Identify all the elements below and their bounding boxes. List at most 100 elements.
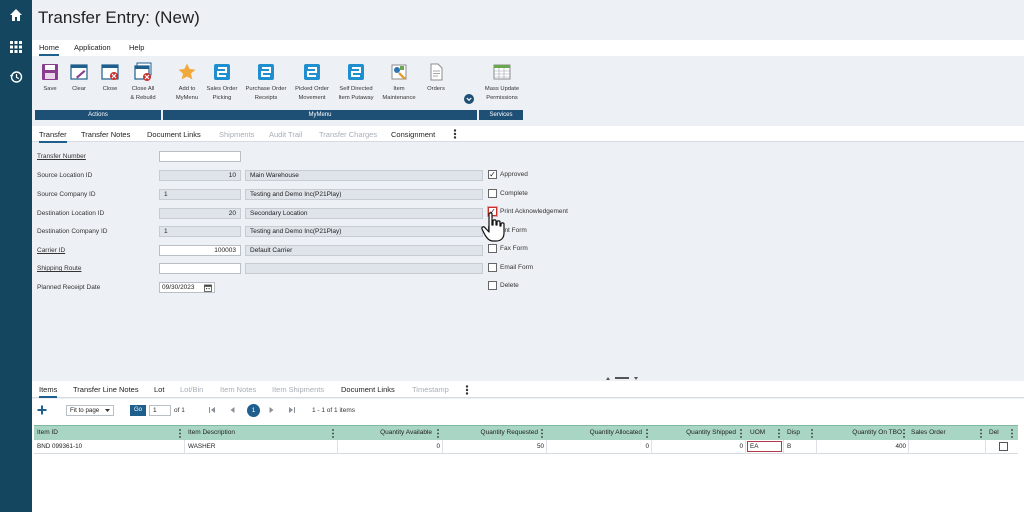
sales-order-picking-button[interactable]: Sales Order Picking (203, 62, 241, 103)
tab-lot-bin[interactable]: Lot/Bin (180, 385, 203, 394)
col-uom[interactable]: UOM (750, 429, 765, 436)
col-quantity-shipped[interactable]: Quantity Shipped (644, 429, 736, 436)
menu-help[interactable]: Help (129, 43, 144, 52)
menu-home[interactable]: Home (39, 43, 60, 56)
tab-transfer[interactable]: Transfer (39, 130, 67, 143)
column-menu-icon[interactable] (980, 429, 982, 438)
close-button[interactable]: Close (96, 62, 124, 94)
col-sales-order[interactable]: Sales Order (911, 429, 946, 436)
home-icon[interactable] (9, 8, 23, 22)
source-company-id-field[interactable]: 1 (159, 189, 241, 200)
col-disp[interactable]: Disp (787, 429, 800, 436)
column-menu-icon[interactable] (179, 429, 181, 438)
destination-location-id-field[interactable]: 20 (159, 208, 241, 219)
transfer-number-label[interactable]: Transfer Number (37, 153, 86, 160)
close-all-rebuild-button[interactable]: Close All & Rebuild (126, 62, 160, 103)
orders-button[interactable]: Orders (422, 62, 450, 94)
apps-grid-icon[interactable] (9, 40, 23, 54)
column-menu-icon[interactable] (646, 429, 648, 438)
prev-page-icon[interactable] (230, 407, 235, 413)
cell-quantity-shipped[interactable]: 0 (653, 443, 743, 450)
tab-document-links[interactable]: Document Links (147, 130, 201, 139)
purchase-order-receipts-button[interactable]: Purchase Order Receipts (242, 62, 290, 103)
table-row[interactable]: BND 099361-10 WASHER 0 50 0 0 EA B 400 (34, 440, 1018, 454)
tab-transfer-charges[interactable]: Transfer Charges (319, 130, 377, 139)
cell-item-description[interactable]: WASHER (188, 443, 215, 450)
fit-to-page-select[interactable]: Fit to page (66, 405, 114, 416)
shipping-route-label[interactable]: Shipping Route (37, 265, 81, 272)
fax-form-checkbox[interactable] (488, 244, 497, 253)
print-acknowledgement-label: Print Acknowledgement (500, 208, 568, 215)
item-maint-label-1: Item (393, 86, 405, 92)
cell-item-id[interactable]: BND 099361-10 (37, 443, 82, 450)
item-maintenance-button[interactable]: Item Maintenance (379, 62, 419, 103)
clear-button[interactable]: Clear (65, 62, 93, 94)
save-button[interactable]: Save (36, 62, 64, 94)
tab-item-notes[interactable]: Item Notes (220, 385, 256, 394)
menu-application[interactable]: Application (74, 43, 111, 52)
carrier-id-label[interactable]: Carrier ID (37, 247, 65, 254)
cell-quantity-allocated[interactable]: 0 (548, 443, 649, 450)
tab-transfer-line-notes[interactable]: Transfer Line Notes (73, 385, 139, 394)
source-location-id-label: Source Location ID (37, 172, 93, 179)
tab-document-links-detail[interactable]: Document Links (341, 385, 395, 394)
tab-shipments[interactable]: Shipments (219, 130, 254, 139)
shipping-route-input[interactable] (159, 263, 241, 274)
col-quantity-available[interactable]: Quantity Available (340, 429, 432, 436)
column-menu-icon[interactable] (778, 429, 780, 438)
uom-cell-editor[interactable]: EA (747, 441, 782, 452)
tab-consignment[interactable]: Consignment (391, 130, 435, 139)
complete-checkbox[interactable] (488, 189, 497, 198)
destination-company-id-field[interactable]: 1 (159, 226, 241, 237)
col-item-description[interactable]: Item Description (188, 429, 235, 436)
more-tabs-icon[interactable] (453, 129, 457, 139)
cell-disp[interactable]: B (787, 443, 791, 450)
source-location-id-field[interactable]: 10 (159, 170, 241, 181)
tab-items[interactable]: Items (39, 385, 58, 398)
picked-order-movement-button[interactable]: Picked Order Movement (291, 62, 333, 103)
actions-group-label: Actions (35, 110, 161, 120)
more-detail-tabs-icon[interactable] (465, 385, 469, 395)
calendar-icon[interactable] (204, 284, 212, 292)
cell-quantity-available[interactable]: 0 (340, 443, 440, 450)
column-menu-icon[interactable] (811, 429, 813, 438)
col-quantity-allocated[interactable]: Quantity Allocated (550, 429, 642, 436)
cell-quantity-requested[interactable]: 50 (444, 443, 544, 450)
page-number-input[interactable]: 1 (149, 405, 171, 416)
go-button[interactable]: Go (130, 405, 146, 416)
col-quantity-requested[interactable]: Quantity Requested (446, 429, 538, 436)
planned-receipt-date-input[interactable]: 09/30/2023 (159, 282, 215, 293)
tab-item-shipments[interactable]: Item Shipments (272, 385, 324, 394)
last-page-icon[interactable] (288, 407, 295, 413)
tab-lot[interactable]: Lot (154, 385, 164, 394)
next-page-icon[interactable] (269, 407, 274, 413)
column-menu-icon[interactable] (541, 429, 543, 438)
add-row-icon[interactable] (37, 405, 47, 415)
cell-quantity-on-tbo[interactable]: 400 (818, 443, 906, 450)
delete-row-checkbox[interactable] (999, 442, 1008, 451)
expand-chevron-icon[interactable] (464, 94, 474, 104)
current-page-indicator[interactable]: 1 (247, 404, 260, 417)
column-menu-icon[interactable] (332, 429, 334, 438)
mass-update-permissions-button[interactable]: Mass Update Permissions (480, 62, 524, 103)
column-menu-icon[interactable] (903, 429, 905, 438)
col-item-id[interactable]: Item ID (37, 429, 58, 436)
self-directed-putaway-button[interactable]: Self Directed Item Putaway (334, 62, 378, 103)
col-quantity-on-tbo[interactable]: Quantity On TBO (810, 429, 902, 436)
column-menu-icon[interactable] (437, 429, 439, 438)
tab-timestamp[interactable]: Timestamp (412, 385, 449, 394)
destination-location-name-field: Secondary Location (245, 208, 483, 219)
tab-audit-trail[interactable]: Audit Trail (269, 130, 302, 139)
email-form-checkbox[interactable] (488, 263, 497, 272)
transfer-number-input[interactable] (159, 151, 241, 162)
history-icon[interactable] (9, 70, 23, 84)
tab-transfer-notes[interactable]: Transfer Notes (81, 130, 130, 139)
carrier-id-input[interactable]: 100003 (159, 245, 241, 256)
add-to-mymenu-button[interactable]: Add to MyMenu (172, 62, 202, 103)
first-page-icon[interactable] (209, 407, 216, 413)
column-menu-icon[interactable] (1011, 429, 1013, 438)
col-del[interactable]: Del (989, 429, 999, 436)
approved-checkbox[interactable]: ✓ (488, 170, 497, 179)
column-menu-icon[interactable] (740, 429, 742, 438)
delete-checkbox[interactable] (488, 281, 497, 290)
